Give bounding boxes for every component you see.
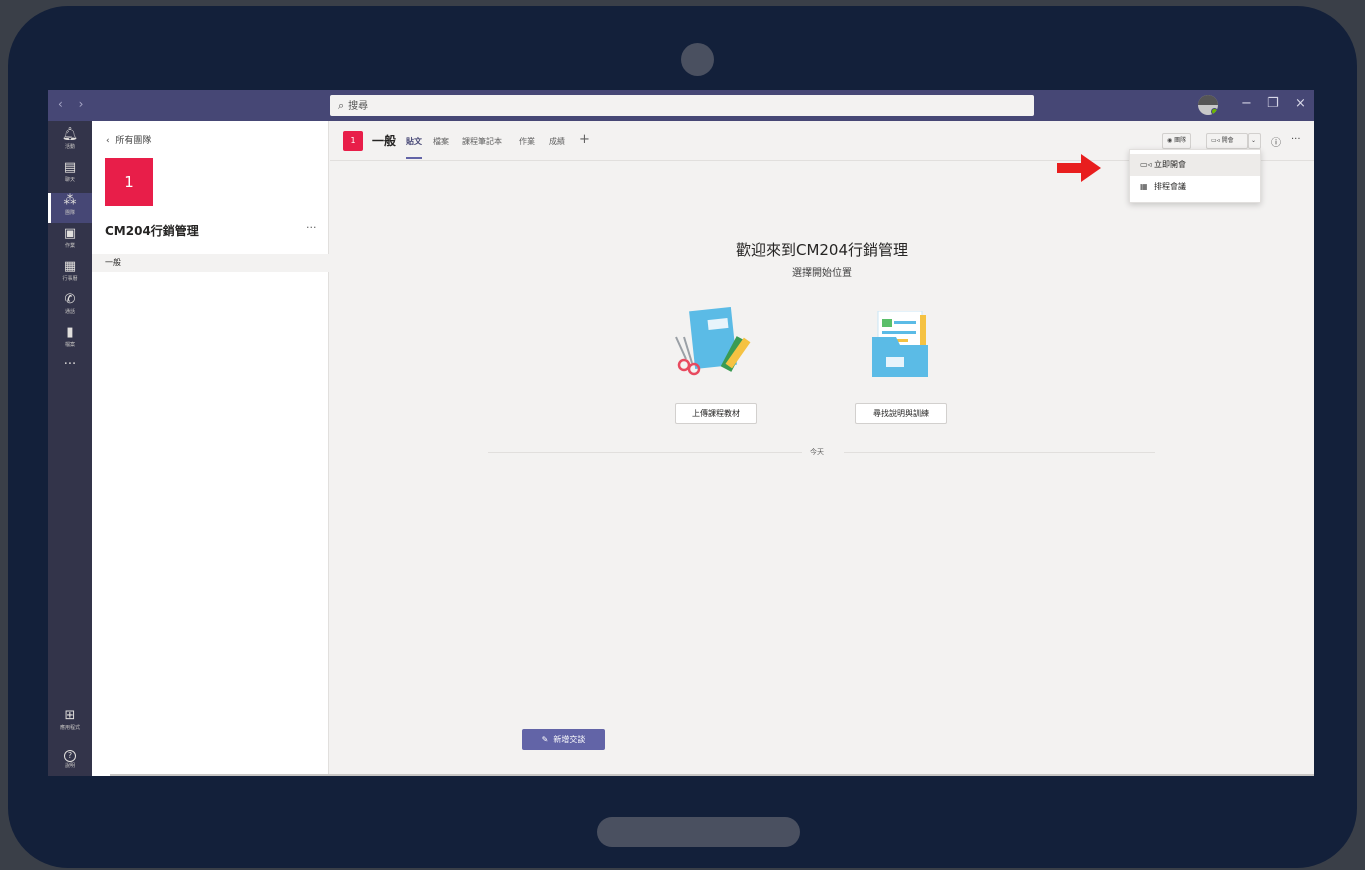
team-button-label: 團隊 bbox=[1174, 137, 1187, 144]
schedule-meeting-item[interactable]: ▦ 排程會議 bbox=[1130, 176, 1260, 198]
chevron-left-icon: ‹ bbox=[106, 136, 116, 146]
welcome-title: 歡迎來到CM204行銷管理 bbox=[735, 241, 909, 259]
rail-item-teams[interactable]: ⁂ 團隊 bbox=[48, 193, 92, 223]
tab-class-notebook[interactable]: 課程筆記本 bbox=[462, 136, 502, 147]
tab-posts[interactable]: 貼文 bbox=[406, 136, 422, 159]
rail-label: 團隊 bbox=[64, 210, 75, 216]
more-icon: ··· bbox=[63, 357, 77, 372]
red-arrow-annotation bbox=[1057, 154, 1101, 182]
file-icon: ▮ bbox=[66, 325, 74, 340]
meet-now-label: 立即開會 bbox=[1154, 160, 1186, 169]
calendar-icon: ▦ bbox=[63, 259, 77, 274]
welcome-subtitle: 選擇開始位置 bbox=[792, 268, 852, 279]
add-tab-button[interactable]: + bbox=[579, 132, 590, 147]
divider-right bbox=[844, 452, 1155, 453]
help-training-illustration bbox=[872, 311, 928, 377]
meet-chevron-button[interactable]: ⌄ bbox=[1248, 133, 1261, 149]
rail-item-files[interactable]: ▮ 檔案 bbox=[48, 325, 92, 355]
rail-label: 通話 bbox=[64, 309, 75, 315]
rail-item-calls[interactable]: ✆ 通話 bbox=[48, 292, 92, 322]
tab-assignments[interactable]: 作業 bbox=[519, 136, 535, 147]
rail-label: 檔案 bbox=[64, 342, 75, 348]
rail-item-assignments[interactable]: ▣ 作業 bbox=[48, 226, 92, 256]
rail-item-help[interactable]: ? 說明 bbox=[48, 743, 92, 773]
assignments-icon: ▣ bbox=[63, 226, 77, 241]
search-icon: ⌕ bbox=[338, 99, 345, 112]
rail-label: 作業 bbox=[64, 243, 75, 249]
rail-label: 行事曆 bbox=[62, 276, 78, 282]
close-button[interactable]: × bbox=[1295, 96, 1306, 111]
rail-item-calendar[interactable]: ▦ 行事曆 bbox=[48, 259, 92, 289]
meet-dropdown: ▭◃ 立即開會 ▦ 排程會議 bbox=[1129, 149, 1261, 203]
restore-button[interactable]: ❐ bbox=[1267, 96, 1279, 111]
today-label: 今天 bbox=[810, 448, 824, 456]
rail-item-activity[interactable]: 🔔︎ 活動 bbox=[48, 127, 92, 157]
new-conversation-label: 新增交談 bbox=[553, 735, 586, 744]
tab-files[interactable]: 檔案 bbox=[433, 136, 449, 147]
meet-now-item[interactable]: ▭◃ 立即開會 bbox=[1130, 154, 1260, 176]
video-icon: ▭◃ bbox=[1211, 137, 1222, 144]
back-label: 所有團隊 bbox=[115, 136, 152, 146]
team-button[interactable]: ◉ 團隊 bbox=[1162, 133, 1192, 149]
avatar[interactable] bbox=[1198, 95, 1218, 115]
search-input[interactable]: ⌕ 搜尋 bbox=[330, 95, 1034, 116]
search-placeholder: 搜尋 bbox=[348, 101, 369, 112]
presence-dot bbox=[1211, 108, 1218, 115]
camera bbox=[681, 43, 714, 76]
rail-label: 應用程式 bbox=[59, 725, 80, 731]
calendar-icon: ▦ bbox=[1140, 182, 1148, 191]
channel-main: 1 一般 貼文 檔案 課程筆記本 作業 成績 + ◉ 團隊 ▭◃ 開會 ⌄ ⓘ … bbox=[330, 121, 1314, 776]
rail-item-chat[interactable]: ▤ 聊天 bbox=[48, 160, 92, 190]
teams-icon: ⁂ bbox=[63, 193, 77, 208]
new-conversation-button[interactable]: ✎ 新增交談 bbox=[522, 729, 605, 750]
team-name: CM204行銷管理 bbox=[105, 224, 199, 238]
app-rail: 🔔︎ 活動 ▤ 聊天 ⁂ 團隊 ▣ 作業 ▦ 行事曆 ✆ 通話 ▮ 檔案 ··· bbox=[48, 121, 92, 776]
team-avatar: 1 bbox=[105, 158, 153, 206]
video-icon: ▭◃ bbox=[1140, 160, 1152, 169]
teams-window: ‹ › ⌕ 搜尋 − ❐ × 🔔︎ 活動 ▤ 聊天 ⁂ 團隊 ▣ 作業 ▦ 行事曆 bbox=[48, 90, 1314, 776]
title-bar: ‹ › ⌕ 搜尋 − ❐ × bbox=[48, 90, 1314, 121]
divider-left bbox=[488, 452, 802, 453]
upload-materials-button[interactable]: 上傳課程教材 bbox=[675, 403, 757, 424]
help-icon: ? bbox=[64, 750, 76, 762]
bell-icon: 🔔︎ bbox=[61, 127, 79, 142]
apps-icon: ⊞ bbox=[64, 708, 76, 723]
rail-label: 活動 bbox=[64, 144, 75, 150]
chat-icon: ▤ bbox=[63, 160, 77, 175]
home-button bbox=[597, 817, 800, 847]
find-help-button[interactable]: 尋找說明與訓練 bbox=[855, 403, 947, 424]
team-panel: ‹ 所有團隊 1 CM204行銷管理 ··· 一般 bbox=[92, 121, 329, 776]
phone-icon: ✆ bbox=[64, 292, 76, 307]
meet-button[interactable]: ▭◃ 開會 bbox=[1206, 133, 1248, 149]
nav-arrows[interactable]: ‹ › bbox=[58, 97, 89, 111]
meet-button-label: 開會 bbox=[1221, 137, 1234, 144]
channel-item-general[interactable]: 一般 bbox=[92, 254, 329, 272]
more-options-icon[interactable]: ··· bbox=[1291, 134, 1301, 145]
compose-icon: ✎ bbox=[541, 735, 554, 744]
rail-label: 說明 bbox=[64, 763, 75, 769]
channel-avatar: 1 bbox=[343, 131, 363, 151]
schedule-meeting-label: 排程會議 bbox=[1154, 182, 1186, 191]
upload-materials-illustration bbox=[675, 307, 751, 376]
rail-label: 聊天 bbox=[64, 177, 75, 183]
info-icon[interactable]: ⓘ bbox=[1271, 134, 1281, 149]
rail-item-more[interactable]: ··· bbox=[48, 357, 92, 387]
channel-title: 一般 bbox=[372, 134, 397, 148]
team-more-icon[interactable]: ··· bbox=[306, 221, 317, 234]
bottom-edge bbox=[110, 774, 1314, 776]
minimize-button[interactable]: − bbox=[1241, 96, 1252, 111]
tab-grades[interactable]: 成績 bbox=[549, 136, 565, 147]
rail-item-apps[interactable]: ⊞ 應用程式 bbox=[48, 708, 92, 738]
back-to-teams[interactable]: ‹ 所有團隊 bbox=[106, 133, 151, 146]
